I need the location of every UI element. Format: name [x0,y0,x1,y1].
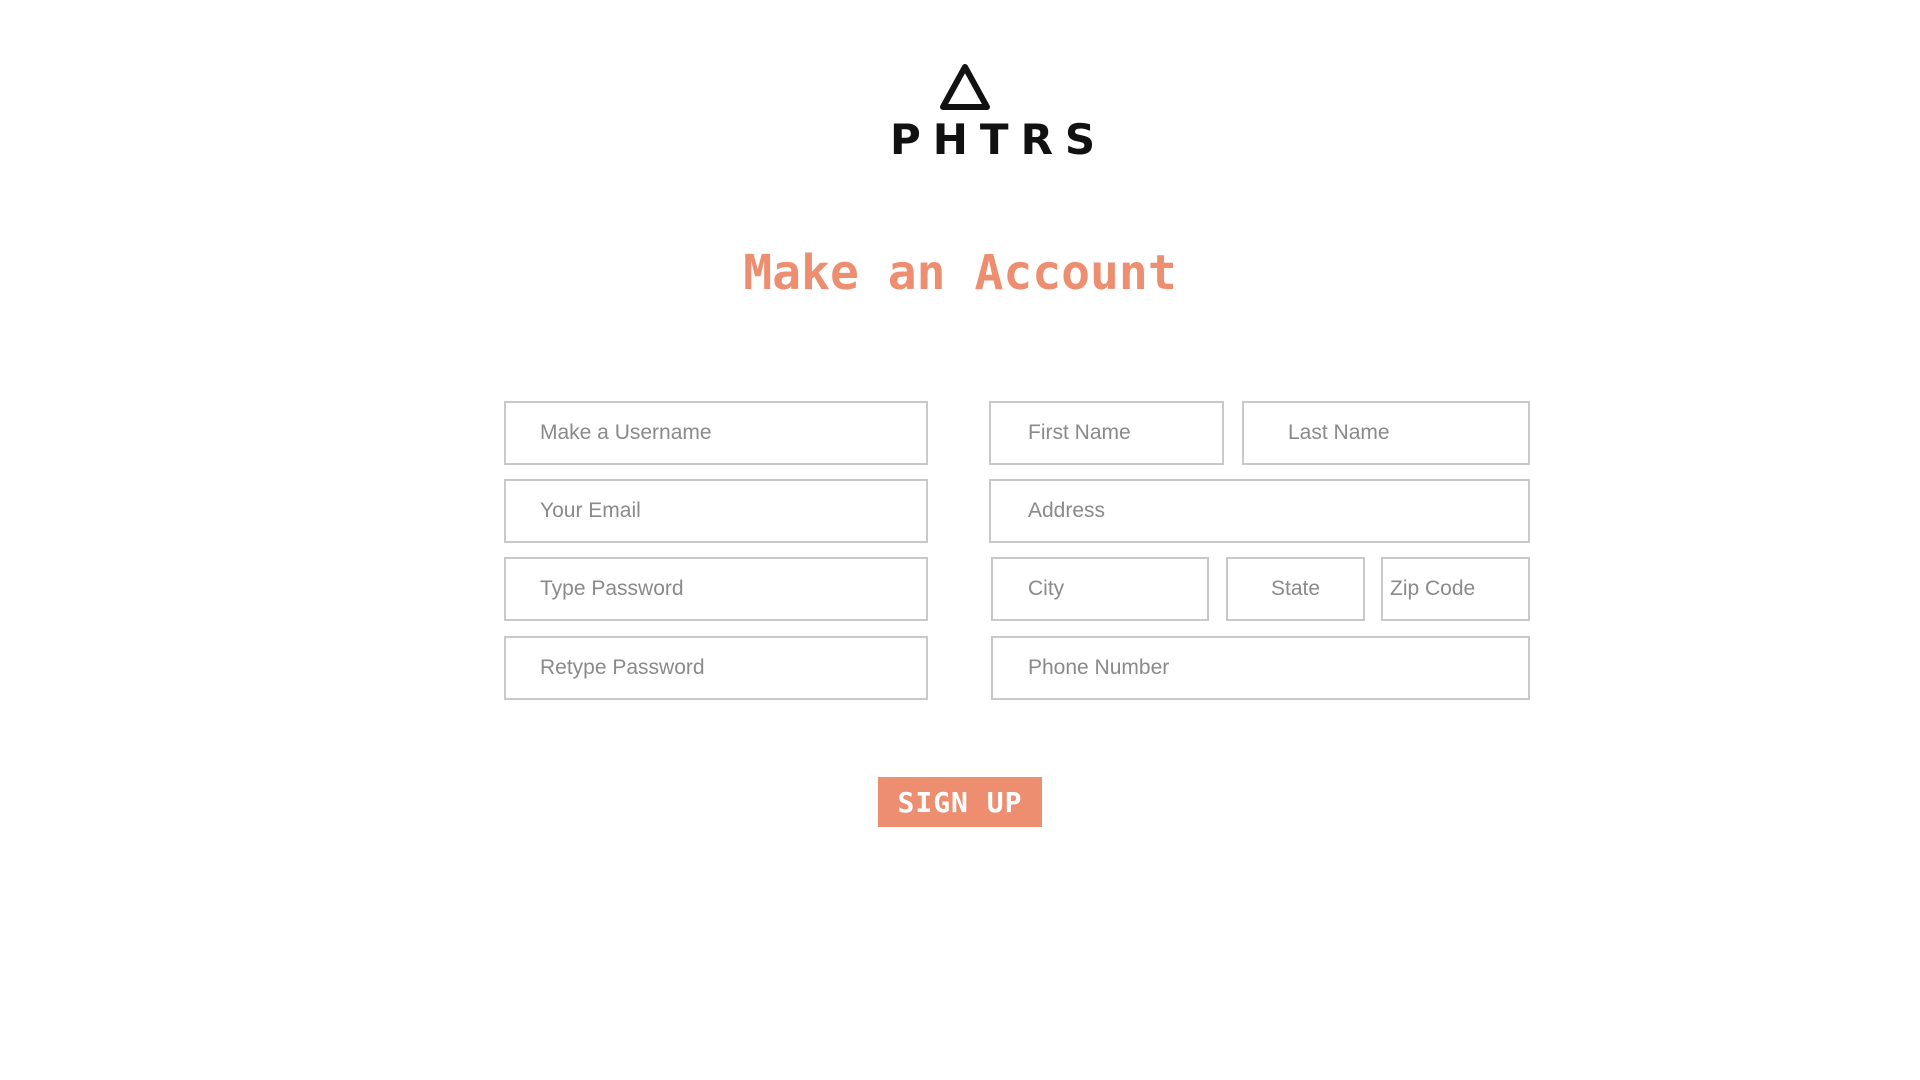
address-input[interactable] [989,479,1530,543]
zip-code-input[interactable] [1381,557,1530,621]
brand-wordmark: PHTRS [890,115,1108,164]
brand-logo: PHTRS [880,62,1108,164]
triangle-icon [940,64,990,110]
password-input[interactable] [504,557,928,621]
page-title: Make an Account [743,245,1177,301]
state-input[interactable] [1226,557,1365,621]
email-input[interactable] [504,479,928,543]
city-input[interactable] [991,557,1209,621]
phone-number-input[interactable] [991,636,1530,700]
retype-password-input[interactable] [504,636,928,700]
last-name-input[interactable] [1242,401,1530,465]
first-name-input[interactable] [989,401,1224,465]
sign-up-button[interactable]: SIGN UP [878,777,1042,827]
username-input[interactable] [504,401,928,465]
